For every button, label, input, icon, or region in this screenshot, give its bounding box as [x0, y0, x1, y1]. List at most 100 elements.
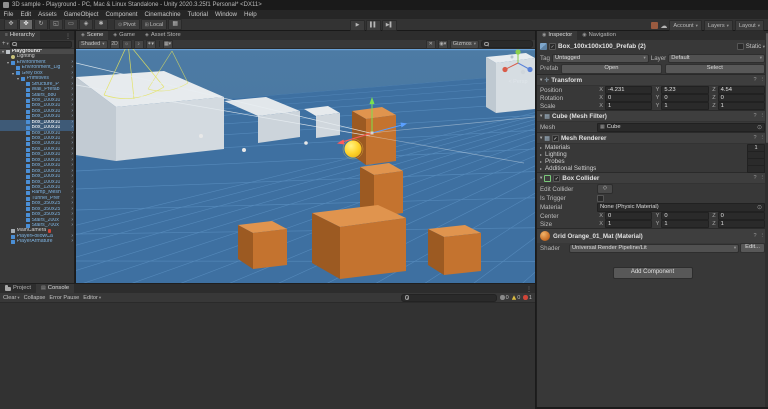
layer-dropdown[interactable]: Default▾ [668, 54, 765, 63]
physic-material-field[interactable]: None (Physic Material) ⊙ [597, 203, 765, 212]
inspector-tab[interactable]: ◉ Inspector [537, 31, 577, 40]
error-pause-toggle[interactable]: Error Pause [49, 295, 79, 301]
local-toggle[interactable]: ⊞Local [141, 19, 168, 30]
menu-item[interactable]: Help [241, 11, 261, 18]
warning-count-toggle[interactable]: 0 [512, 295, 521, 301]
orange-box-left[interactable] [238, 221, 287, 269]
component-enabled-checkbox[interactable] [552, 135, 559, 142]
point-light-gizmo[interactable] [345, 141, 362, 158]
scene-viewport[interactable]: < Persp [76, 49, 535, 283]
scene-view-tab[interactable]: ◈ Asset Store [140, 31, 186, 40]
help-icon[interactable]: ? [753, 233, 756, 239]
hierarchy-search-input[interactable] [10, 41, 72, 48]
edit-collider-button[interactable]: ◇ [597, 184, 613, 194]
step-button[interactable]: ▶▌ [382, 20, 397, 31]
menu-item[interactable]: Tutorial [184, 11, 211, 18]
prefab-open-button[interactable]: Open [561, 64, 661, 74]
prefab-open-arrow[interactable]: › [71, 239, 74, 244]
foldout-arrow-icon[interactable]: ▾ [540, 77, 542, 83]
inspector-tab[interactable]: ◉ Navigation [577, 31, 621, 40]
audio-toggle-icon[interactable]: ♪ [134, 40, 144, 49]
foldout-row[interactable]: ▸ Materials 1 [537, 144, 768, 151]
rect-tool[interactable]: ▭ [64, 19, 78, 30]
menu-item[interactable]: Window [212, 11, 241, 18]
add-component-button[interactable]: Add Component [613, 267, 693, 279]
move-tool[interactable]: ✜ [19, 19, 33, 30]
orange-box-large[interactable] [312, 205, 406, 279]
scene-view-tab[interactable]: ◈ Scene [76, 31, 108, 40]
menu-item[interactable]: GameObject [60, 11, 102, 18]
y-field[interactable]: 0 [661, 94, 708, 103]
camera-settings-icon[interactable]: ◉▾ [438, 40, 448, 49]
lighting-toggle-icon[interactable]: ☼ [122, 40, 132, 49]
tab-hierarchy[interactable]: ≡ Hierarchy [0, 31, 40, 40]
cloud-icon[interactable]: ☁ [660, 22, 667, 30]
custom-tool[interactable]: ✱ [94, 19, 108, 30]
rotate-tool[interactable]: ↻ [34, 19, 48, 30]
transform-component-header[interactable]: ▾ ✛ Transform ?⋮ [537, 74, 768, 86]
prefab-open-arrow[interactable]: › [71, 223, 74, 228]
menu-item[interactable]: Component [102, 11, 141, 18]
grid-snap-button[interactable]: ▦ [168, 19, 182, 30]
gameobject-name[interactable]: Box_100x100x100_Prefab (2) [558, 43, 735, 50]
shader-edit-button[interactable]: Edit... [740, 243, 765, 253]
gizmos-dropdown[interactable]: Gizmos▾ [450, 40, 479, 49]
panel-menu-icon[interactable]: ⋮ [526, 286, 535, 293]
z-field[interactable]: 0 [718, 212, 765, 221]
help-icon[interactable]: ? [753, 77, 756, 83]
pause-button[interactable]: ▌▌ [366, 20, 381, 31]
z-field[interactable]: 0 [718, 94, 765, 103]
x-field[interactable]: 1 [605, 220, 652, 229]
hierarchy-item[interactable]: PlayerArmature › [0, 239, 74, 244]
static-checkbox[interactable] [737, 43, 744, 50]
orange-box-selected[interactable] [352, 107, 396, 165]
menu-item[interactable]: Cinemachine [141, 11, 184, 18]
menu-item[interactable]: Assets [35, 11, 61, 18]
scene-search-input[interactable] [481, 40, 533, 48]
effects-dropdown-icon[interactable]: ✶▾ [146, 40, 156, 49]
active-checkbox[interactable] [549, 43, 556, 50]
x-field[interactable]: 0 [605, 212, 652, 221]
shader-dropdown[interactable]: Universal Render Pipeline/Lit▾ [569, 244, 739, 253]
grid-visibility-icon[interactable]: ▦▾ [163, 40, 173, 49]
menu-item[interactable]: File [0, 11, 17, 18]
scale-tool[interactable]: ◱ [49, 19, 63, 30]
foldout-row[interactable]: ▸ Lighting [537, 151, 768, 158]
material-header[interactable]: Grid Orange_01_Mat (Material) ?⋮ [537, 228, 768, 243]
console-log-area[interactable] [0, 303, 535, 409]
component-enabled-checkbox[interactable] [553, 175, 560, 182]
x-field[interactable]: 1 [605, 102, 652, 111]
object-picker-icon[interactable]: ⊙ [757, 204, 762, 211]
is-trigger-checkbox[interactable] [597, 195, 604, 202]
mesh-renderer-component-header[interactable]: ▾ ▦ Mesh Renderer ?⋮ [537, 132, 768, 144]
info-count-toggle[interactable]: 0 [500, 295, 509, 301]
editor-dropdown[interactable]: Editor▾ [83, 295, 101, 301]
scrollbar-thumb[interactable] [766, 33, 768, 143]
account-dropdown[interactable]: Account▾ [669, 20, 701, 31]
layout-dropdown[interactable]: Layout▾ [735, 20, 764, 31]
create-object-button[interactable]: + [2, 41, 6, 47]
menu-item[interactable]: Edit [17, 11, 35, 18]
prefab-select-button[interactable]: Select [665, 64, 765, 74]
layers-dropdown[interactable]: Layers▾ [704, 20, 733, 31]
tab-console[interactable]: ▤ Console [36, 284, 74, 293]
z-field[interactable]: 4.54 [718, 86, 765, 95]
help-icon[interactable]: ? [753, 135, 756, 141]
y-field[interactable]: 1 [661, 102, 708, 111]
collapse-toggle[interactable]: Collapse [24, 295, 46, 301]
2d-toggle[interactable]: 2D [110, 40, 120, 49]
scene-view-tab[interactable]: ◈ Game [108, 31, 140, 40]
mesh-object-field[interactable]: ▦ Cube ⊙ [597, 123, 765, 132]
error-count-toggle[interactable]: 1 [523, 295, 532, 301]
z-field[interactable]: 1 [718, 102, 765, 111]
foldout-arrow-icon[interactable]: ▾ [540, 175, 542, 181]
tab-project[interactable]: Project [0, 284, 36, 293]
help-icon[interactable]: ? [753, 175, 756, 181]
box-collider-component-header[interactable]: ▾ Box Collider ?⋮ [537, 172, 768, 184]
mesh-filter-component-header[interactable]: ▾ ▦ Cube (Mesh Filter) ?⋮ [537, 110, 768, 122]
y-field[interactable]: 1 [661, 220, 708, 229]
foldout-row[interactable]: ▸ Probes [537, 158, 768, 165]
transform-tool[interactable]: ◈ [79, 19, 93, 30]
foldout-row[interactable]: ▸ Additional Settings [537, 165, 768, 172]
clear-button[interactable]: Clear▾ [3, 295, 20, 301]
